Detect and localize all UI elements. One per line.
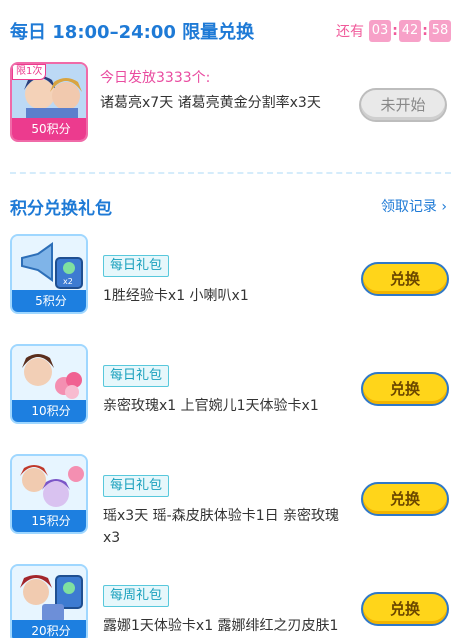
pack-price: 20积分	[12, 620, 86, 638]
gift-pack-item: 10积分 每日礼包 亲密玫瑰x1 上官婉儿1天体验卡x1 兑换	[10, 344, 461, 444]
megaphone-exp-card-icon: x2	[12, 236, 86, 296]
section-divider	[10, 172, 451, 174]
hero-exp-card-icon	[12, 566, 86, 626]
countdown-label: 还有	[336, 24, 364, 40]
exchange-button[interactable]: 兑换	[361, 592, 449, 626]
gift-pack-item: 20积分 每周礼包 露娜1天体验卡x1 露娜绯红之刃皮肤1天体验卡x1 1胜经验…	[10, 564, 461, 638]
section-title: 积分兑换礼包	[10, 199, 112, 219]
pack-description: 瑶x3天 瑶-森皮肤体验卡1日 亲密玫瑰x3	[103, 508, 340, 546]
flash-item-info: 今日发放3333个: 诸葛亮x7天 诸葛亮黄金分割率x3天	[100, 68, 340, 115]
exchange-button[interactable]: 兑换	[361, 372, 449, 406]
pack-thumbnail: x2 5积分	[10, 234, 88, 314]
pack-thumbnail: 15积分	[10, 454, 88, 534]
flash-sale-item: 限1次 50积分 今日发放3333个: 诸葛亮x7天 诸葛亮黄金分割率x3天 未…	[10, 62, 451, 152]
pack-thumbnail: 20积分	[10, 564, 88, 638]
hero-rose-icon	[12, 346, 86, 406]
countdown-separator: :	[422, 23, 428, 39]
limit-tag: 限1次	[12, 64, 47, 80]
pack-price: 10积分	[12, 400, 86, 422]
pack-description: 1胜经验卡x1 小喇叭x1	[103, 288, 249, 304]
gift-pack-item: x2 5积分 每日礼包 1胜经验卡x1 小喇叭x1 兑换	[10, 234, 461, 334]
pack-description: 露娜1天体验卡x1 露娜绯红之刃皮肤1天体验卡x1 1胜经验卡x7	[103, 618, 339, 634]
pack-info: 每日礼包 瑶x3天 瑶-森皮肤体验卡1日 亲密玫瑰x3	[103, 474, 343, 549]
pack-info: 每周礼包 露娜1天体验卡x1 露娜绯红之刃皮肤1天体验卡x1 1胜经验卡x7	[103, 584, 343, 638]
claim-record-link[interactable]: 领取记录 ›	[381, 196, 447, 216]
flash-item-description: 诸葛亮x7天 诸葛亮黄金分割率x3天	[100, 95, 321, 111]
flash-item-thumbnail: 限1次 50积分	[10, 62, 88, 142]
exchange-button[interactable]: 兑换	[361, 482, 449, 516]
gift-pack-item: 15积分 每日礼包 瑶x3天 瑶-森皮肤体验卡1日 亲密玫瑰x3 兑换	[10, 454, 461, 554]
pack-thumbnail: 10积分	[10, 344, 88, 424]
countdown-minutes: 42	[399, 20, 421, 42]
pack-description: 亲密玫瑰x1 上官婉儿1天体验卡x1	[103, 398, 319, 414]
not-started-button[interactable]: 未开始	[359, 88, 447, 122]
pack-price: 15积分	[12, 510, 86, 532]
pack-tag: 每日礼包	[103, 255, 170, 277]
hero-skin-icon	[12, 456, 86, 516]
title-prefix: 每日	[10, 22, 46, 43]
flash-item-subtitle: 今日发放3333个:	[100, 70, 211, 86]
pack-info: 每日礼包 亲密玫瑰x1 上官婉儿1天体验卡x1	[103, 364, 343, 417]
exchange-button[interactable]: 兑换	[361, 262, 449, 296]
countdown-timer: 还有 03 : 42 : 58	[336, 20, 451, 42]
pack-tag: 每日礼包	[103, 475, 170, 497]
pack-info: 每日礼包 1胜经验卡x1 小喇叭x1	[103, 254, 343, 307]
flash-sale-title: 每日 18:00–24:00 限量兑换	[10, 18, 254, 44]
time-range: 18:00–24:00	[52, 22, 176, 43]
title-suffix: 限量兑换	[182, 22, 255, 43]
pack-tag: 每日礼包	[103, 365, 170, 387]
pack-tag: 每周礼包	[103, 585, 170, 607]
flash-sale-header: 每日 18:00–24:00 限量兑换 还有 03 : 42 : 58	[10, 18, 451, 44]
pack-price: 5积分	[12, 290, 86, 312]
countdown-seconds: 58	[429, 20, 451, 42]
flash-item-price: 50积分	[12, 118, 86, 140]
countdown-hours: 03	[369, 20, 391, 42]
countdown-separator: :	[392, 23, 398, 39]
svg-text:x2: x2	[63, 277, 73, 286]
